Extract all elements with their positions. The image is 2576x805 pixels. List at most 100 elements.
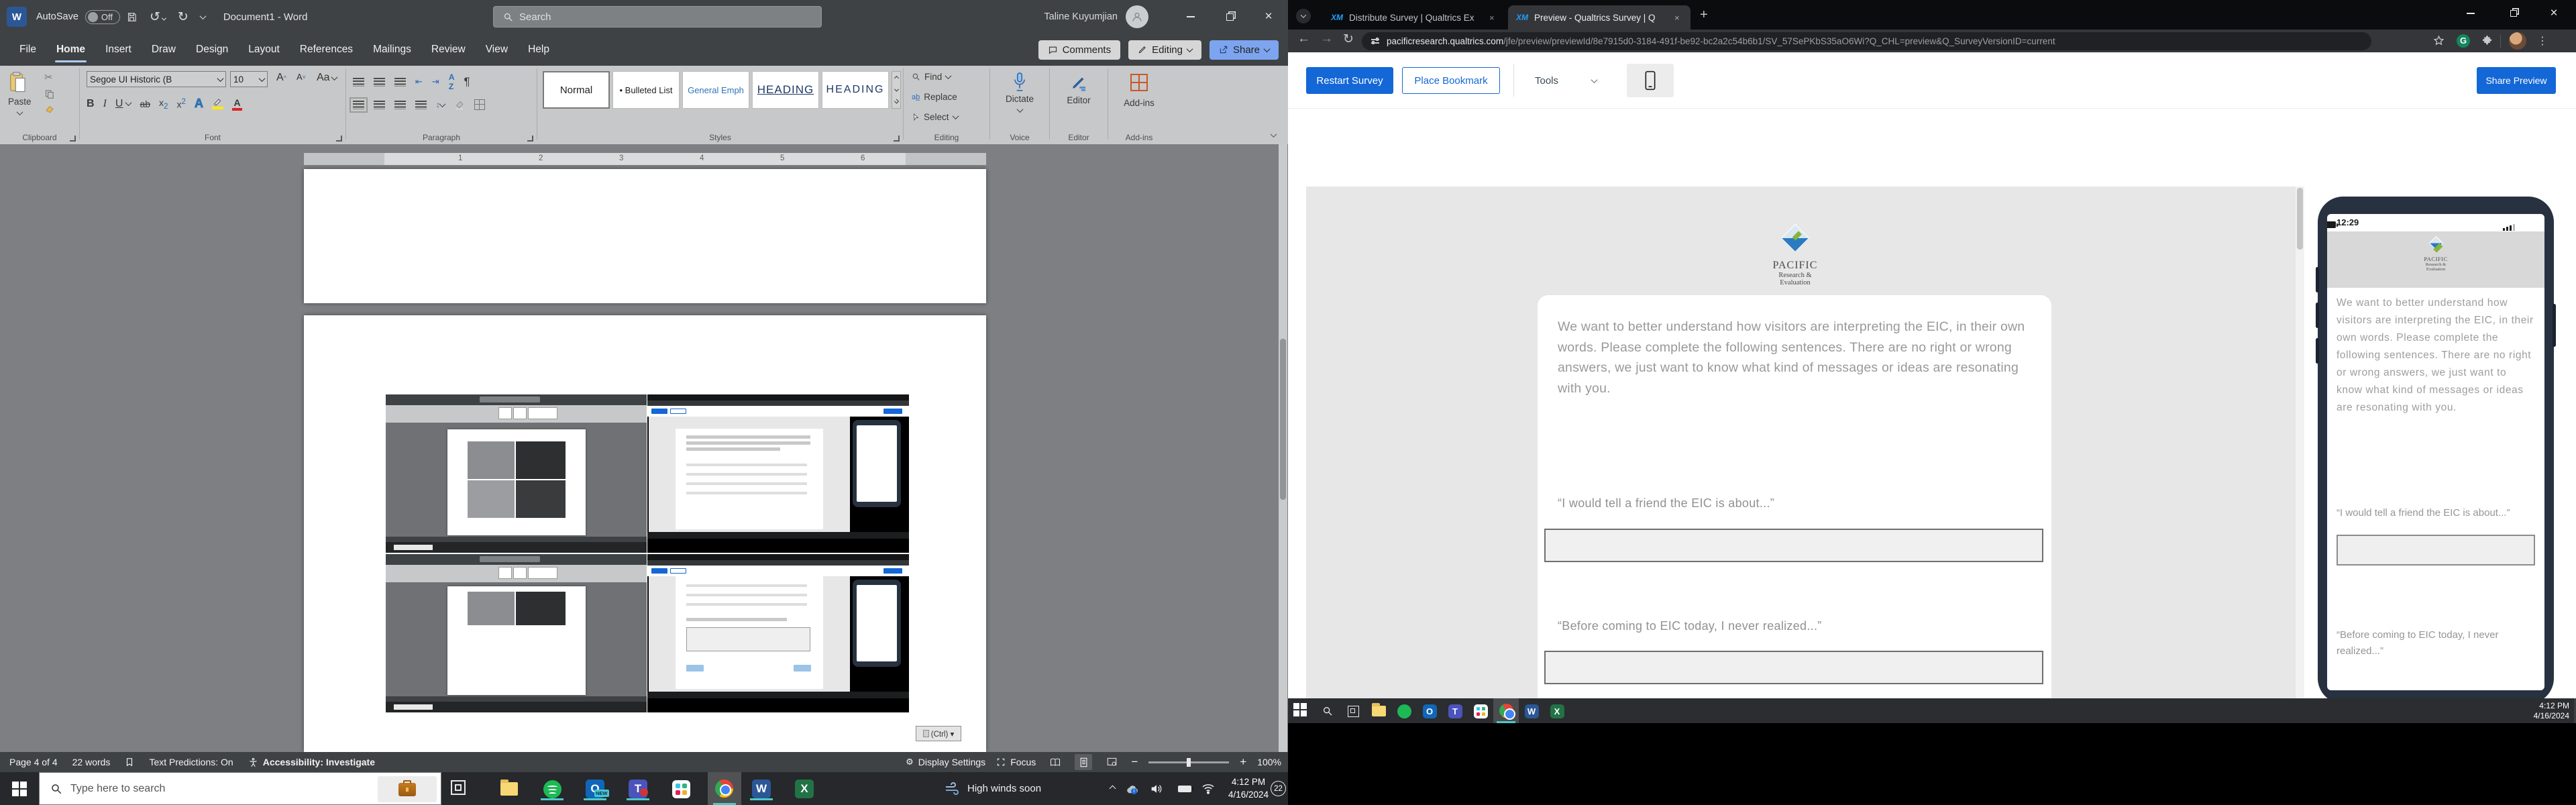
tab-file[interactable]: File <box>9 34 46 66</box>
zoom-in-button[interactable]: + <box>1240 755 1246 769</box>
notification-center-badge[interactable]: 22 <box>1271 781 1286 796</box>
tab-help[interactable]: Help <box>518 34 559 66</box>
taskbar-excel[interactable]: X <box>793 777 816 800</box>
browser-close-button[interactable]: × <box>2534 0 2573 27</box>
align-right-icon[interactable] <box>394 100 406 109</box>
tab-review[interactable]: Review <box>421 34 476 66</box>
embedded-screenshot-word-1[interactable] <box>386 394 647 553</box>
find-button[interactable]: Find <box>912 72 952 82</box>
tab-draw[interactable]: Draw <box>142 34 186 66</box>
embedded-screenshot-qualtrics-1[interactable] <box>647 394 909 553</box>
survey-scrollbar[interactable]: ▾ <box>2296 186 2304 698</box>
cut-icon[interactable]: ✂ <box>44 71 55 83</box>
select-button[interactable]: Select <box>912 112 959 122</box>
bookmark-star-icon[interactable] <box>2433 35 2445 46</box>
minimize-button[interactable] <box>1171 0 1210 34</box>
paste-button[interactable]: Paste <box>8 71 32 119</box>
taskbar-spotify[interactable] <box>1395 702 1413 720</box>
survey-scrollbar-thumb[interactable] <box>2297 188 2303 250</box>
taskbar-file-explorer[interactable] <box>498 777 521 800</box>
taskbar-clock[interactable]: 4:12 PM 4/16/2024 <box>1222 775 1275 801</box>
word-scrollbar-thumb[interactable] <box>1280 339 1286 500</box>
taskbar-word[interactable]: W <box>1523 702 1540 720</box>
font-color-icon[interactable]: A <box>232 97 242 111</box>
sort-icon[interactable]: AZ <box>449 72 455 91</box>
format-painter-icon[interactable] <box>44 105 55 115</box>
horizontal-ruler[interactable]: 1 2 3 4 5 6 <box>304 153 986 165</box>
word-document-area[interactable]: 1 2 3 4 5 6 (Ctrl) ▾ <box>0 144 1288 752</box>
redo-icon[interactable]: ↻ <box>178 9 189 25</box>
read-mode-button[interactable] <box>1046 754 1064 770</box>
focus-button[interactable]: Focus <box>996 757 1036 767</box>
embedded-screenshot-word-2[interactable] <box>386 554 647 712</box>
reload-icon[interactable]: ↻ <box>1343 32 1354 47</box>
line-spacing-icon[interactable]: ↕ <box>436 100 446 109</box>
tab-mailings[interactable]: Mailings <box>363 34 421 66</box>
shrink-font-icon[interactable]: A ˅ <box>293 70 309 83</box>
wifi-icon[interactable] <box>1201 784 1215 794</box>
tab-insert[interactable]: Insert <box>95 34 142 66</box>
tools-dropdown[interactable]: Tools <box>1535 67 1598 94</box>
grammarly-extension-icon[interactable]: G <box>2457 34 2470 48</box>
taskbar-search-input[interactable]: Type here to search <box>39 772 441 805</box>
document-page-4[interactable]: (Ctrl) ▾ <box>304 315 986 752</box>
autosave-toggle[interactable]: Off <box>85 9 120 24</box>
shading-icon[interactable] <box>454 100 465 110</box>
new-tab-button[interactable]: + <box>1700 8 1708 21</box>
increase-indent-icon[interactable]: ⇥ <box>432 76 439 87</box>
taskbar-weather[interactable]: High winds soon <box>945 772 1041 805</box>
close-button[interactable]: × <box>1249 0 1288 34</box>
task-view-button[interactable] <box>451 780 468 798</box>
cortana-highlight[interactable] <box>378 776 437 802</box>
borders-icon[interactable] <box>474 99 485 110</box>
zoom-percent[interactable]: 100% <box>1257 757 1281 767</box>
undo-icon[interactable]: ↺ <box>150 9 166 25</box>
profile-avatar[interactable] <box>2509 32 2526 50</box>
bold-icon[interactable]: B <box>87 98 95 110</box>
status-text-predictions[interactable]: Text Predictions: On <box>149 757 233 767</box>
taskbar-chrome-active[interactable] <box>708 772 741 805</box>
web-layout-button[interactable] <box>1103 754 1120 770</box>
share-button[interactable]: Share <box>1209 40 1279 60</box>
task-view-button[interactable] <box>1344 702 1362 720</box>
avatar[interactable] <box>1126 5 1148 28</box>
account-name[interactable]: Taline Kuyumjian <box>1044 11 1118 22</box>
taskbar-spotify[interactable] <box>541 777 564 800</box>
collapse-ribbon-icon[interactable] <box>1270 131 1277 138</box>
underline-icon[interactable]: U <box>115 98 123 110</box>
replace-button[interactable]: ab̲ Replace <box>912 92 957 102</box>
browser-menu-icon[interactable]: ⋮ <box>2537 34 2548 48</box>
browser-tab-1[interactable]: XM Distribute Survey | Qualtrics Ex × <box>1323 5 1505 30</box>
embedded-screenshot-qualtrics-2[interactable] <box>647 554 909 712</box>
tab-design[interactable]: Design <box>186 34 238 66</box>
highlight-icon[interactable] <box>212 98 223 109</box>
taskbar-outlook[interactable]: O <box>1421 702 1438 720</box>
paste-options-button[interactable]: (Ctrl) ▾ <box>916 726 961 741</box>
forward-icon[interactable]: → <box>1320 32 1333 46</box>
back-icon[interactable]: ← <box>1297 32 1310 46</box>
style-heading-1[interactable]: HEADING <box>752 71 819 109</box>
restart-survey-button[interactable]: Restart Survey <box>1306 67 1393 94</box>
survey-q1-input[interactable] <box>1544 529 2043 562</box>
search-button[interactable] <box>1319 702 1336 720</box>
taskbar-teams[interactable]: T <box>1446 702 1464 720</box>
battery-icon[interactable] <box>1178 785 1193 792</box>
taskbar-word[interactable]: W <box>750 777 773 800</box>
extensions-puzzle-icon[interactable] <box>2481 35 2493 46</box>
styles-gallery-more-icon[interactable] <box>894 99 899 104</box>
justify-icon[interactable] <box>415 100 427 109</box>
style-normal[interactable]: Normal <box>543 71 610 109</box>
align-center-icon[interactable] <box>374 100 385 109</box>
status-accessibility[interactable]: Accessibility: Investigate <box>248 757 375 767</box>
multilevel-list-icon[interactable] <box>394 77 406 87</box>
status-page[interactable]: Page 4 of 4 <box>9 757 58 767</box>
quick-access-menu-icon[interactable] <box>199 12 207 21</box>
style-general-emph[interactable]: General Emph <box>682 71 749 109</box>
address-bar[interactable]: pacificresearch.qualtrics.com/jfe/previe… <box>1362 32 2371 50</box>
onedrive-icon[interactable]: i <box>1125 784 1140 794</box>
text-effects-icon[interactable]: A <box>195 97 204 111</box>
align-left-icon[interactable] <box>350 97 368 113</box>
pilcrow-icon[interactable]: ¶ <box>464 75 470 89</box>
browser-restore-button[interactable] <box>2494 0 2533 27</box>
italic-icon[interactable]: I <box>103 98 107 110</box>
